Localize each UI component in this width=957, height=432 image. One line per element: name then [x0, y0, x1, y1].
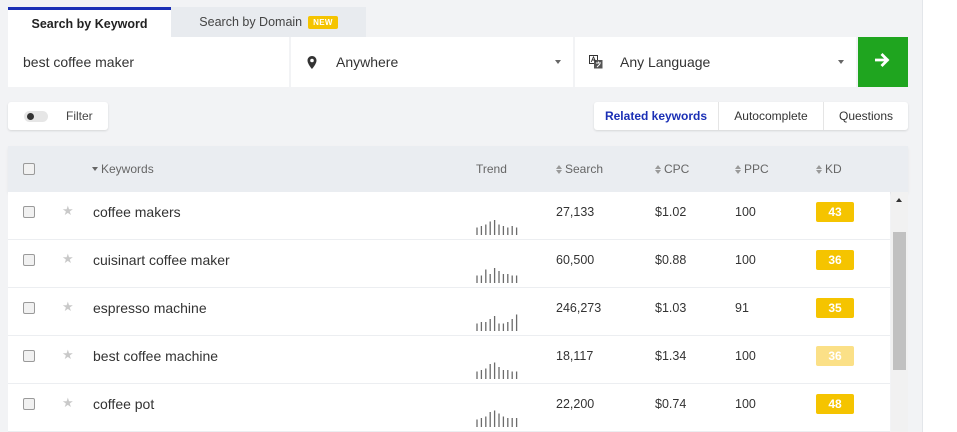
column-kd[interactable]: KD	[816, 162, 842, 176]
cpc-value: $0.74	[655, 397, 687, 411]
kd-badge: 48	[816, 394, 854, 414]
language-select[interactable]: Any Language	[575, 37, 856, 87]
filter-label: Filter	[66, 109, 93, 123]
cpc-value: $1.03	[655, 301, 687, 315]
keyword-text: coffee makers	[93, 204, 181, 220]
column-label: PPC	[744, 162, 769, 176]
ppc-value: 100	[735, 205, 756, 219]
search-volume: 27,133	[556, 205, 595, 219]
search-volume: 60,500	[556, 253, 595, 267]
language-label: Any Language	[620, 54, 711, 70]
keyword-view-switcher: Related keywords Autocomplete Questions	[594, 102, 908, 130]
view-autocomplete[interactable]: Autocomplete	[718, 102, 823, 130]
search-volume: 22,200	[556, 397, 595, 411]
cpc-value: $0.88	[655, 253, 687, 267]
arrow-right-icon	[874, 52, 891, 72]
tab-search-by-domain[interactable]: Search by Domain NEW	[171, 7, 366, 37]
keyword-text: coffee pot	[93, 396, 155, 412]
column-trend: Trend	[476, 162, 507, 176]
filter-switch[interactable]	[24, 110, 48, 122]
chevron-down-icon	[555, 60, 561, 64]
column-label: Keywords	[101, 162, 154, 176]
search-bar: Anywhere Any Language	[8, 37, 908, 87]
column-keywords[interactable]: Keywords	[92, 162, 154, 176]
search-volume: 18,117	[556, 349, 594, 363]
sort-desc-icon	[92, 167, 98, 171]
results-table-header: Keywords Trend Search CPC PPC KD	[8, 146, 908, 192]
trend-sparkline	[476, 220, 518, 235]
keyword-search-input[interactable]	[8, 37, 289, 87]
ppc-value: 100	[735, 397, 756, 411]
row-checkbox[interactable]	[23, 302, 35, 314]
search-volume: 246,273	[556, 301, 602, 315]
trend-sparkline	[476, 362, 518, 379]
location-label: Anywhere	[336, 54, 399, 70]
chevron-down-icon	[838, 60, 844, 64]
ppc-value: 91	[735, 301, 749, 315]
kd-badge: 36	[816, 346, 854, 366]
trend-sparkline	[476, 410, 518, 427]
new-badge: NEW	[308, 15, 338, 29]
trend-sparkline	[476, 268, 518, 283]
scroll-up-arrow-icon[interactable]	[896, 198, 902, 202]
column-ppc[interactable]: PPC	[735, 162, 769, 176]
sort-icon	[735, 164, 741, 174]
tab-label: Search by Keyword	[31, 16, 148, 31]
ppc-value: 100	[735, 253, 756, 267]
kd-badge: 35	[816, 298, 854, 318]
trend-sparkline	[476, 314, 518, 331]
sort-icon	[655, 164, 661, 174]
keyword-text: cuisinart coffee maker	[93, 252, 230, 268]
column-label: KD	[825, 162, 842, 176]
cpc-value: $1.02	[655, 205, 687, 219]
table-scrollbar[interactable]	[891, 192, 908, 432]
table-row[interactable]: ★ espresso machine 246,273 $1.03 91 35	[8, 288, 890, 336]
sort-icon	[556, 164, 562, 174]
ppc-value: 100	[735, 349, 756, 363]
row-checkbox[interactable]	[23, 254, 35, 266]
sort-icon	[816, 164, 822, 174]
translate-icon	[589, 55, 603, 69]
row-checkbox[interactable]	[23, 398, 35, 410]
tab-label: Search by Domain	[199, 15, 303, 29]
scroll-thumb[interactable]	[893, 232, 906, 370]
column-label: Trend	[476, 162, 507, 176]
search-mode-tabs: Search by Keyword Search by Domain NEW	[8, 7, 366, 37]
table-row[interactable]: ★ best coffee machine 18,117 $1.34 100 3…	[8, 336, 890, 384]
star-icon[interactable]: ★	[62, 251, 74, 267]
table-row[interactable]: ★ coffee makers 27,133 $1.02 100 43	[8, 192, 890, 240]
column-label: Search	[565, 162, 604, 176]
keyword-text: best coffee machine	[93, 348, 219, 364]
table-row[interactable]: ★ coffee pot 22,200 $0.74 100 48	[8, 384, 890, 432]
star-icon[interactable]: ★	[62, 203, 74, 219]
select-all-checkbox[interactable]	[23, 163, 35, 175]
right-gutter	[922, 0, 957, 432]
view-related-keywords[interactable]: Related keywords	[594, 102, 718, 130]
location-pin-icon	[305, 55, 319, 69]
filter-toggle-button[interactable]: Filter	[8, 102, 108, 130]
tab-search-by-keyword[interactable]: Search by Keyword	[8, 7, 171, 37]
keyword-text: espresso machine	[93, 300, 207, 316]
kd-badge: 36	[816, 250, 854, 270]
table-row[interactable]: ★ cuisinart coffee maker 60,500 $0.88 10…	[8, 240, 890, 288]
row-checkbox[interactable]	[23, 350, 35, 362]
column-search[interactable]: Search	[556, 162, 603, 176]
results-table-body: ★ coffee makers 27,133 $1.02 100 43 ★ cu…	[8, 192, 890, 432]
star-icon[interactable]: ★	[62, 347, 74, 363]
row-checkbox[interactable]	[23, 206, 35, 218]
cpc-value: $1.34	[655, 349, 687, 363]
search-go-button[interactable]	[858, 37, 908, 87]
location-select[interactable]: Anywhere	[291, 37, 573, 87]
column-cpc[interactable]: CPC	[655, 162, 689, 176]
star-icon[interactable]: ★	[62, 299, 74, 315]
kd-badge: 43	[816, 202, 854, 222]
switch-knob	[27, 112, 34, 120]
star-icon[interactable]: ★	[62, 395, 74, 411]
view-questions[interactable]: Questions	[823, 102, 908, 130]
column-label: CPC	[664, 162, 690, 176]
